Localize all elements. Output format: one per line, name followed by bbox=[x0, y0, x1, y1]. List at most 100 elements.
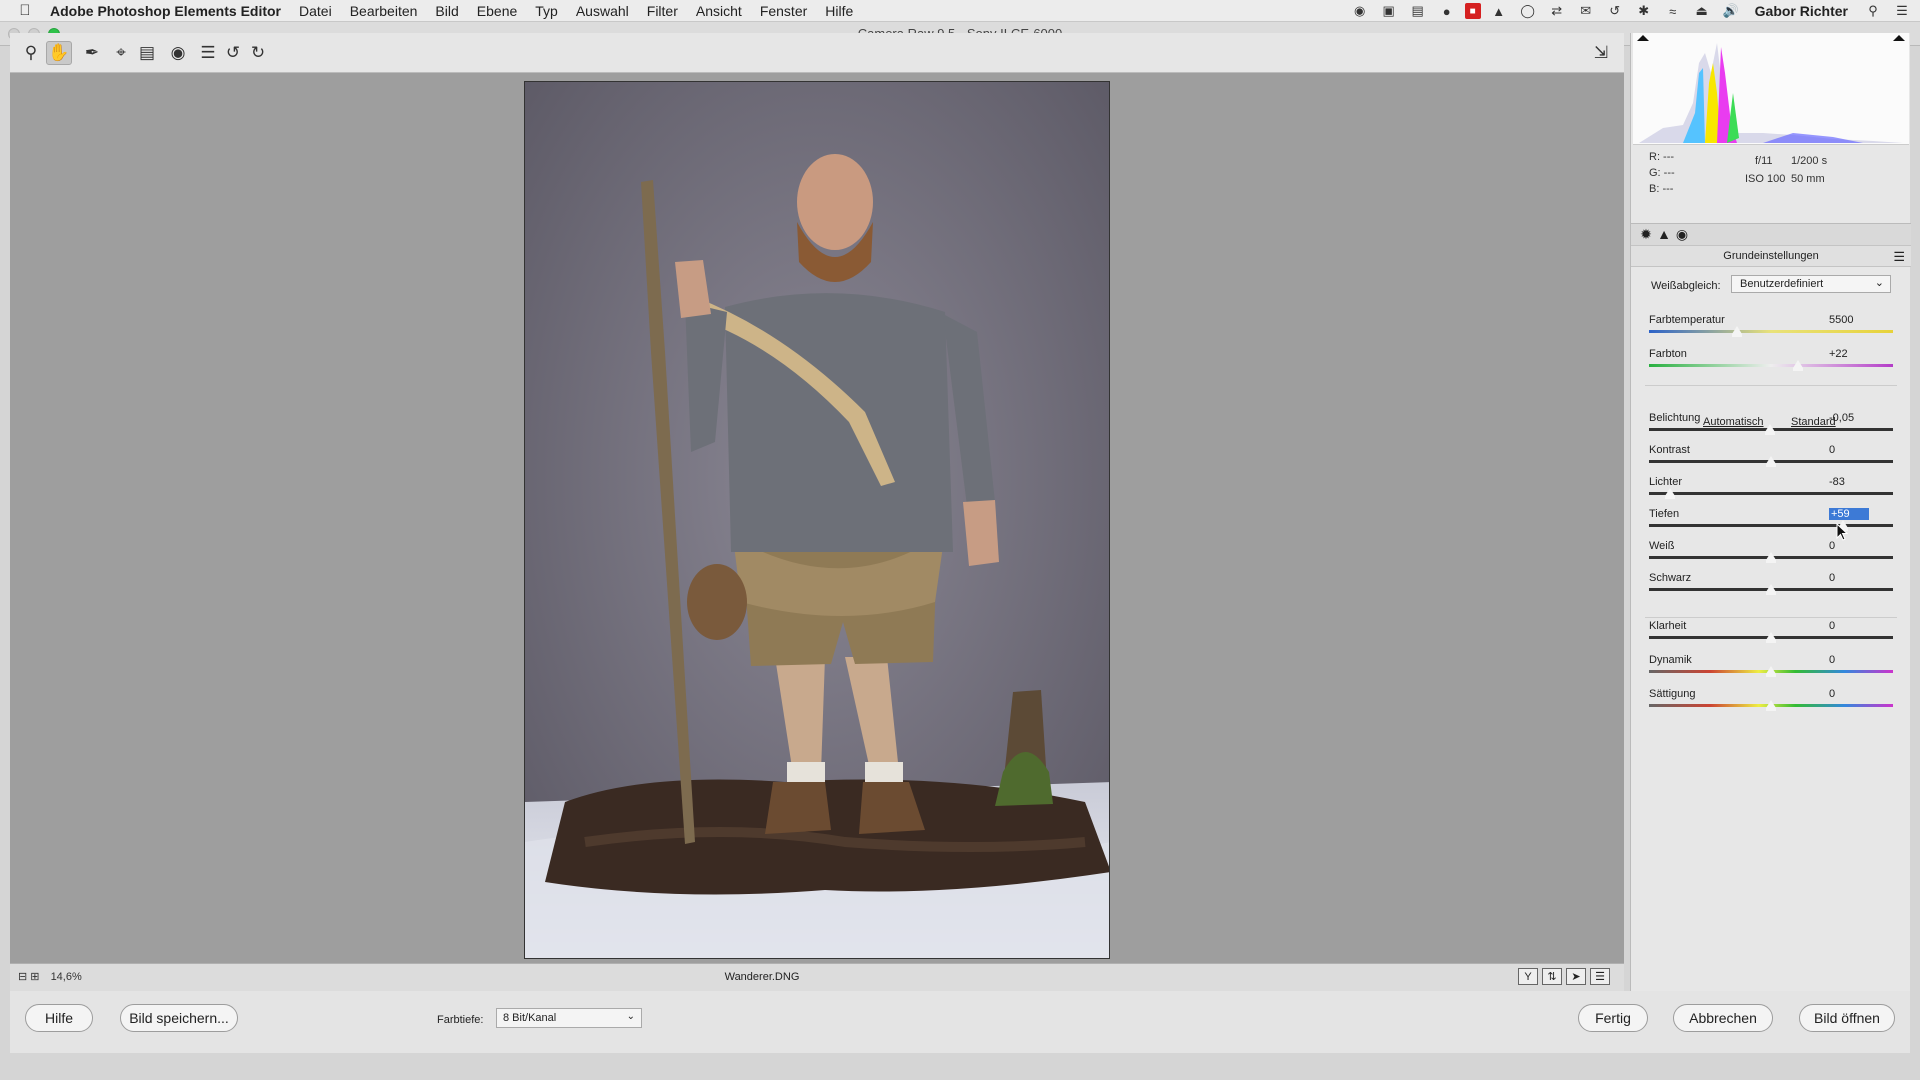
record-icon[interactable]: ◉ bbox=[1349, 3, 1371, 19]
section-title: Grundeinstellungen bbox=[1723, 250, 1819, 262]
search-icon[interactable]: ⚲ bbox=[1862, 3, 1884, 19]
notification-center-icon[interactable]: ☰ bbox=[1891, 3, 1913, 19]
help-button[interactable]: Hilfe bbox=[25, 1004, 93, 1032]
photo-preview[interactable] bbox=[524, 81, 1110, 959]
slider-tiefen[interactable]: Tiefen +59 bbox=[1649, 508, 1893, 534]
hand-icon[interactable]: ✋ bbox=[46, 41, 72, 65]
apple-icon[interactable]:  bbox=[0, 2, 50, 19]
menu-ebene[interactable]: Ebene bbox=[477, 3, 517, 19]
app-red-icon[interactable]: ■ bbox=[1464, 3, 1481, 19]
done-button[interactable]: Fertig bbox=[1578, 1004, 1648, 1032]
slider-farbton[interactable]: Farbton +22 bbox=[1649, 348, 1893, 374]
menu-typ[interactable]: Typ bbox=[535, 3, 558, 19]
slider-thumb[interactable] bbox=[1731, 326, 1742, 337]
slider-thumb[interactable] bbox=[1764, 424, 1775, 435]
standard-link[interactable]: Standard bbox=[1791, 416, 1836, 428]
slider-schwarz[interactable]: Schwarz 0 bbox=[1649, 572, 1893, 598]
rotate-right-icon[interactable]: ↻ bbox=[245, 41, 271, 65]
menu-bild[interactable]: Bild bbox=[435, 3, 458, 19]
slider-sättigung[interactable]: Sättigung 0 bbox=[1649, 688, 1893, 714]
slider-value-field[interactable]: -83 bbox=[1829, 476, 1869, 488]
evernote-icon[interactable]: ● bbox=[1436, 3, 1458, 19]
slider-thumb[interactable] bbox=[1766, 666, 1776, 677]
slider-value-field[interactable]: 0 bbox=[1829, 540, 1869, 552]
slider-thumb[interactable] bbox=[1792, 360, 1803, 371]
adjustment-panel: R: --- G: --- B: --- f/11 1/200 s ISO 10… bbox=[1630, 33, 1911, 991]
menu-datei[interactable]: Datei bbox=[299, 3, 332, 19]
slider-value-field[interactable]: 0 bbox=[1829, 688, 1869, 700]
user-name[interactable]: Gabor Richter bbox=[1755, 3, 1848, 19]
toggle-settings-icon[interactable]: ☰ bbox=[1590, 968, 1610, 985]
basic-tab-icon[interactable]: ✹ bbox=[1637, 226, 1655, 244]
swap-settings-icon[interactable]: ⇅ bbox=[1542, 968, 1562, 985]
menu-fenster[interactable]: Fenster bbox=[760, 3, 807, 19]
menu-filter[interactable]: Filter bbox=[647, 3, 678, 19]
slider-value-field[interactable]: 0 bbox=[1829, 572, 1869, 584]
white-balance-icon[interactable]: ✒ bbox=[79, 41, 105, 65]
slider-weiß[interactable]: Weiß 0 bbox=[1649, 540, 1893, 566]
detail-tab-icon[interactable]: ▲ bbox=[1655, 226, 1673, 244]
cancel-button[interactable]: Abbrechen bbox=[1673, 1004, 1773, 1032]
slider-track[interactable] bbox=[1649, 524, 1893, 527]
chevron-down-icon: ⌄ bbox=[626, 1011, 635, 1022]
before-after-icon[interactable]: Y bbox=[1518, 968, 1538, 985]
fullscreen-icon[interactable]: ⇲ bbox=[1588, 41, 1614, 65]
camera-calibration-tab-icon[interactable]: ◉ bbox=[1673, 226, 1691, 244]
menu-hilfe[interactable]: Hilfe bbox=[825, 3, 853, 19]
slider-thumb[interactable] bbox=[1664, 488, 1675, 499]
screen-icon[interactable]: ▣ bbox=[1378, 3, 1400, 19]
slider-thumb[interactable] bbox=[1766, 552, 1776, 563]
notifications-icon[interactable]: ✉ bbox=[1575, 3, 1597, 19]
creative-cloud-icon[interactable]: ◯ bbox=[1517, 3, 1539, 19]
slider-track[interactable] bbox=[1649, 492, 1893, 495]
app-name-menu[interactable]: Adobe Photoshop Elements Editor bbox=[50, 3, 281, 19]
slider-value-field[interactable]: +59 bbox=[1829, 508, 1869, 520]
red-eye-icon[interactable]: ◉ bbox=[165, 41, 191, 65]
volume-icon[interactable]: 🔊 bbox=[1720, 3, 1742, 19]
time-machine-icon[interactable]: ↺ bbox=[1604, 3, 1626, 19]
preferences-icon[interactable]: ☰ bbox=[195, 41, 221, 65]
eject-icon[interactable]: ⏏ bbox=[1691, 3, 1713, 19]
menu-auswahl[interactable]: Auswahl bbox=[576, 3, 629, 19]
save-image-button[interactable]: Bild speichern... bbox=[120, 1004, 238, 1032]
printer-icon[interactable]: ▤ bbox=[1407, 3, 1429, 19]
slider-track[interactable] bbox=[1649, 330, 1893, 333]
slider-dynamik[interactable]: Dynamik 0 bbox=[1649, 654, 1893, 680]
slider-track[interactable] bbox=[1649, 364, 1893, 367]
slider-value-field[interactable]: +22 bbox=[1829, 348, 1869, 360]
white-balance-value: Benutzerdefiniert bbox=[1740, 278, 1824, 290]
bit-depth-label: Farbtiefe: bbox=[437, 1014, 484, 1026]
menu-bearbeiten[interactable]: Bearbeiten bbox=[350, 3, 418, 19]
drive-icon[interactable]: ▲ bbox=[1488, 3, 1510, 19]
rotate-left-icon[interactable]: ↺ bbox=[220, 41, 246, 65]
slider-thumb[interactable] bbox=[1766, 584, 1776, 595]
straighten-icon[interactable]: ▤ bbox=[134, 41, 160, 65]
slider-kontrast[interactable]: Kontrast 0 bbox=[1649, 444, 1893, 470]
slider-value-field[interactable]: 0 bbox=[1829, 654, 1869, 666]
menu-ansicht[interactable]: Ansicht bbox=[696, 3, 742, 19]
slider-value-field[interactable]: 0 bbox=[1829, 444, 1869, 456]
panel-menu-icon[interactable]: ☰ bbox=[1893, 249, 1905, 265]
crop-icon[interactable]: ⌖ bbox=[108, 41, 134, 65]
slider-value-field[interactable]: 5500 bbox=[1829, 314, 1869, 326]
toolbar: ⚲ ✋ ✒ ⌖ ▤ ◉ ☰ ↺ ↻ ⇲ bbox=[10, 33, 1624, 73]
slider-klarheit[interactable]: Klarheit 0 bbox=[1649, 620, 1893, 646]
wifi-icon[interactable]: ≈ bbox=[1662, 3, 1684, 19]
slider-value-field[interactable]: 0 bbox=[1829, 620, 1869, 632]
image-preview-area[interactable] bbox=[10, 73, 1624, 963]
open-image-button[interactable]: Bild öffnen bbox=[1799, 1004, 1895, 1032]
slider-belichtung[interactable]: Belichtung -0,05 bbox=[1649, 412, 1893, 438]
zoom-icon[interactable]: ⚲ bbox=[18, 41, 44, 65]
transfer-icon[interactable]: ⇄ bbox=[1546, 3, 1568, 19]
slider-thumb[interactable] bbox=[1766, 700, 1776, 711]
white-balance-select[interactable]: Benutzerdefiniert ⌄ bbox=[1731, 275, 1891, 293]
bit-depth-select[interactable]: 8 Bit/Kanal ⌄ bbox=[496, 1008, 642, 1028]
auto-link[interactable]: Automatisch bbox=[1703, 416, 1764, 428]
bluetooth-icon[interactable]: ✱ bbox=[1633, 3, 1655, 19]
slider-farbtemperatur[interactable]: Farbtemperatur 5500 bbox=[1649, 314, 1893, 340]
slider-lichter[interactable]: Lichter -83 bbox=[1649, 476, 1893, 502]
slider-label: Schwarz bbox=[1649, 572, 1692, 584]
slider-thumb[interactable] bbox=[1766, 632, 1776, 643]
slider-thumb[interactable] bbox=[1766, 456, 1776, 467]
copy-settings-icon[interactable]: ➤ bbox=[1566, 968, 1586, 985]
